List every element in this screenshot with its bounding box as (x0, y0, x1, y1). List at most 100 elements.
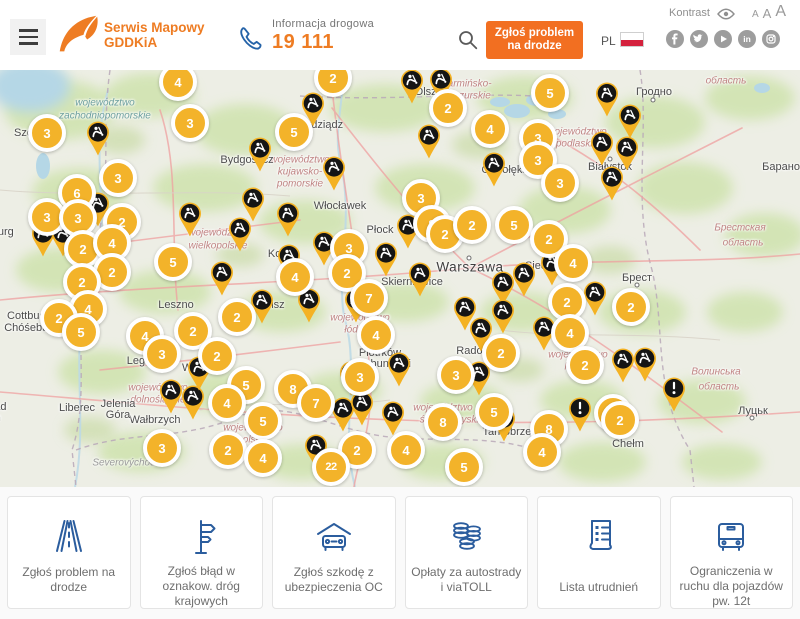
roadworks-pin-marker[interactable] (227, 216, 253, 252)
map-cluster-marker[interactable]: 4 (471, 110, 509, 148)
report-problem-button[interactable]: Zgłoś problem na drodze (486, 21, 583, 59)
map-cluster-marker[interactable]: 2 (566, 346, 604, 384)
font-size-small-button[interactable]: A (752, 10, 759, 20)
roadworks-pin-marker[interactable] (511, 261, 537, 297)
gddkia-logo[interactable] (57, 12, 99, 56)
quick-link-card[interactable]: Zgłoś błąd w oznakow. dróg krajowych (140, 496, 264, 609)
map-place-label: Гродно (636, 86, 672, 98)
search-icon[interactable] (458, 30, 478, 50)
map-cluster-marker[interactable]: 5 (495, 206, 533, 244)
facebook-icon[interactable] (666, 30, 684, 48)
map-cluster-marker[interactable]: 7 (350, 279, 388, 317)
map-cluster-marker[interactable]: 7 (297, 384, 335, 422)
roadworks-pin-marker[interactable] (399, 70, 425, 104)
youtube-icon[interactable] (714, 30, 732, 48)
signpost-icon (178, 513, 224, 559)
roadworks-pin-marker[interactable] (209, 260, 235, 296)
roadworks-pin-marker[interactable] (85, 120, 111, 156)
poland-flag-icon[interactable] (620, 32, 644, 47)
roadworks-pin-marker[interactable] (617, 103, 643, 139)
map-place-label: kujawsko- (278, 167, 322, 178)
map-cluster-marker[interactable]: 4 (208, 384, 246, 422)
quick-link-card[interactable]: Zgłoś problem na drodze (7, 496, 131, 609)
roadworks-pin-marker[interactable] (416, 123, 442, 159)
map-place-label: Leszno (158, 299, 193, 311)
map-cluster-marker[interactable]: 2 (209, 431, 247, 469)
twitter-icon[interactable] (690, 30, 708, 48)
map-place-label: Wałbrzych (130, 414, 181, 426)
map-cluster-marker[interactable]: 4 (357, 316, 395, 354)
map-cluster-marker[interactable]: 4 (523, 433, 561, 471)
map-cluster-marker[interactable]: 3 (28, 114, 66, 152)
map-cluster-marker[interactable]: 2 (482, 334, 520, 372)
font-size-large-button[interactable]: A (775, 4, 786, 20)
instagram-icon[interactable] (762, 30, 780, 48)
map-place-label: Włocławek (314, 200, 367, 212)
quick-link-card[interactable]: Opłaty za autostrady i viaTOLL (405, 496, 529, 609)
map-cluster-marker[interactable]: 3 (143, 335, 181, 373)
roadworks-pin-marker[interactable] (407, 261, 433, 297)
map-cluster-marker[interactable]: 2 (218, 298, 256, 336)
map-cluster-marker[interactable]: 2 (601, 401, 639, 439)
map-cluster-marker[interactable]: 5 (62, 313, 100, 351)
map-cluster-marker[interactable]: 5 (445, 448, 483, 486)
map-cluster-marker[interactable]: 5 (275, 113, 313, 151)
roadworks-pin-marker[interactable] (599, 165, 625, 201)
map-cluster-marker[interactable]: 2 (612, 288, 650, 326)
map-place-label: область (699, 382, 740, 393)
roadworks-pin-marker[interactable] (177, 201, 203, 237)
map-cluster-marker[interactable]: 2 (198, 337, 236, 375)
map-place-label: Płock (367, 224, 394, 236)
list-icon (576, 513, 622, 559)
social-links: in (666, 30, 780, 48)
alert-pin-marker[interactable] (661, 376, 687, 412)
map-cluster-marker[interactable]: 2 (429, 89, 467, 127)
map-cluster-marker[interactable]: 3 (541, 164, 579, 202)
map-cluster-marker[interactable]: 5 (244, 402, 282, 440)
map-cluster-marker[interactable]: 3 (171, 104, 209, 142)
road-info-label: Informacja drogowa (272, 18, 374, 30)
roadworks-pin-marker[interactable] (321, 155, 347, 191)
map-cluster-marker[interactable]: 8 (424, 403, 462, 441)
alert-pin-marker[interactable] (567, 396, 593, 432)
map-cluster-marker[interactable]: 5 (154, 243, 192, 281)
roadworks-pin-marker[interactable] (582, 280, 608, 316)
map-cluster-marker[interactable]: 4 (244, 439, 282, 477)
quick-link-label: Ograniczenia w ruchu dla pojazdów pw. 12… (676, 564, 788, 609)
map-place-label: Chełm (612, 438, 644, 450)
map-cluster-marker[interactable]: 3 (341, 358, 379, 396)
roadworks-pin-marker[interactable] (247, 136, 273, 172)
road-info-phone-number[interactable]: 19 111 (272, 31, 334, 54)
map-cluster-marker[interactable]: 22 (312, 448, 350, 486)
quick-link-card[interactable]: Zgłoś szkodę z ubezpieczenia OC (272, 496, 396, 609)
quick-link-label: Lista utrudnień (559, 580, 638, 595)
quick-link-label: Opłaty za autostrady i viaTOLL (411, 565, 523, 595)
map-cluster-marker[interactable]: 3 (143, 429, 181, 467)
quick-link-card[interactable]: Ograniczenia w ruchu dla pojazdów pw. 12… (670, 496, 794, 609)
map-cluster-marker[interactable]: 3 (99, 159, 137, 197)
roadworks-pin-marker[interactable] (386, 351, 412, 387)
map-cluster-marker[interactable]: 4 (387, 431, 425, 469)
language-selector[interactable]: PL (601, 34, 616, 48)
font-size-medium-button[interactable]: A (763, 7, 772, 20)
roadworks-pin-marker[interactable] (481, 151, 507, 187)
contrast-eye-icon[interactable] (717, 8, 735, 20)
map-place-label: область (723, 238, 764, 249)
site-title[interactable]: Serwis Mapowy GDDKiA (104, 20, 205, 50)
roadworks-pin-marker[interactable] (490, 298, 516, 334)
map[interactable]: województwozachodniopomorskiewarmińsko-m… (0, 70, 800, 487)
linkedin-icon[interactable]: in (738, 30, 756, 48)
quick-link-card[interactable]: Lista utrudnień (537, 496, 661, 609)
map-cluster-marker[interactable]: 5 (475, 393, 513, 431)
map-place-label: pomorskie (277, 179, 323, 190)
hamburger-menu-button[interactable] (10, 19, 46, 55)
roadworks-pin-marker[interactable] (275, 201, 301, 237)
svg-text:in: in (743, 34, 751, 44)
roadworks-pin-marker[interactable] (632, 346, 658, 382)
map-cluster-marker[interactable]: 5 (531, 74, 569, 112)
map-cluster-marker[interactable]: 4 (554, 244, 592, 282)
map-cluster-marker[interactable]: 2 (453, 206, 491, 244)
map-cluster-marker[interactable]: 3 (437, 356, 475, 394)
roadworks-pin-marker[interactable] (589, 130, 615, 166)
map-cluster-marker[interactable]: 4 (276, 258, 314, 296)
